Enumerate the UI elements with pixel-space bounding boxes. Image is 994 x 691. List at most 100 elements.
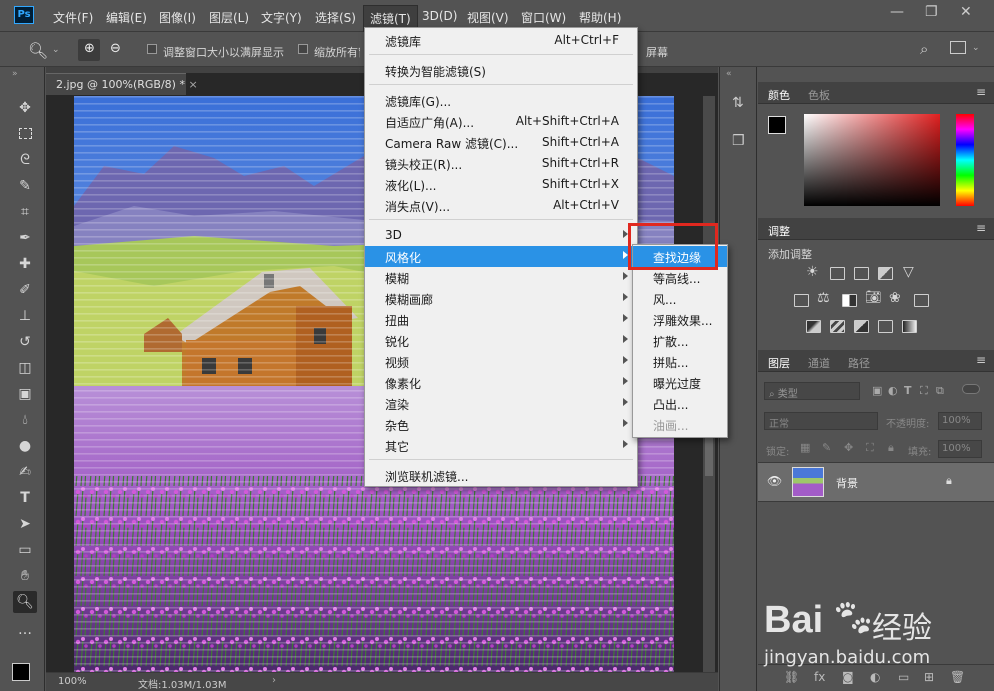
resize-windows-checkbox[interactable]: [147, 44, 157, 54]
menu-item-liquify[interactable]: 液化(L)... Shift+Ctrl+X: [365, 174, 637, 195]
lock-artboard-icon[interactable]: ⛶: [866, 441, 874, 455]
rectangle-tool-icon[interactable]: ▭: [13, 539, 37, 561]
layer-row[interactable]: 👁︎ 背景 🔒︎: [758, 462, 994, 502]
opacity-input[interactable]: 100%: [938, 412, 982, 430]
black-white-icon[interactable]: [842, 294, 857, 307]
hue-slider[interactable]: [956, 114, 974, 206]
zoom-out-button[interactable]: ⊖: [104, 39, 126, 61]
menu-item-camera-raw[interactable]: Camera Raw 滤镜(C)... Shift+Ctrl+A: [365, 132, 637, 153]
zoom-in-button[interactable]: ⊕: [78, 39, 100, 61]
pen-tool-icon[interactable]: ✍: [13, 461, 37, 483]
menu-3d[interactable]: 3D(D): [422, 9, 457, 23]
history-panel-icon[interactable]: ⇅: [732, 95, 744, 111]
panel-menu-icon[interactable]: ≡: [976, 221, 986, 235]
color-field[interactable]: [804, 114, 940, 206]
panel-menu-icon[interactable]: ≡: [976, 85, 986, 99]
lock-position-icon[interactable]: ✥: [844, 441, 853, 454]
dodge-tool-icon[interactable]: ●: [13, 435, 37, 457]
tab-color[interactable]: 颜色: [768, 87, 790, 103]
menu-item-blur[interactable]: 模糊: [365, 267, 637, 288]
tab-paths[interactable]: 路径: [848, 355, 870, 371]
crop-tool-icon[interactable]: ⌗: [13, 201, 37, 223]
zoom-tool-icon[interactable]: 🔍︎: [28, 41, 48, 60]
menu-type[interactable]: 文字(Y): [261, 9, 302, 26]
threshold-icon[interactable]: [854, 320, 869, 333]
filter-smart-icon[interactable]: ⧉: [936, 384, 944, 398]
menu-item-pixelate[interactable]: 像素化: [365, 372, 637, 393]
filter-adjust-icon[interactable]: ◐: [888, 384, 898, 397]
tab-adjustments[interactable]: 调整: [768, 223, 790, 239]
hand-tool-icon[interactable]: ✋︎: [13, 565, 37, 587]
lock-pixels-icon[interactable]: ✎: [822, 441, 831, 454]
panel-menu-icon[interactable]: ≡: [976, 353, 986, 367]
move-tool-icon[interactable]: ✥: [13, 97, 37, 119]
eraser-tool-icon[interactable]: ◫: [13, 357, 37, 379]
filter-type-icon[interactable]: T: [904, 384, 912, 397]
workspace-icon[interactable]: [950, 41, 966, 54]
menu-item-sharpen[interactable]: 锐化: [365, 330, 637, 351]
zoom-tool-icon[interactable]: 🔍︎: [13, 591, 37, 613]
menu-view[interactable]: 视图(V): [467, 9, 509, 26]
close-tab-icon[interactable]: ×: [188, 78, 197, 91]
lock-transparent-icon[interactable]: ▦: [800, 441, 810, 454]
menu-file[interactable]: 文件(F): [53, 9, 93, 26]
lasso-tool-icon[interactable]: ᘓ: [13, 149, 37, 171]
menu-item-other[interactable]: 其它: [365, 435, 637, 456]
lock-all-icon[interactable]: 🔒︎: [888, 441, 894, 455]
menu-item-vanishing-point[interactable]: 消失点(V)... Alt+Ctrl+V: [365, 195, 637, 216]
zoom-all-checkbox[interactable]: [298, 44, 308, 54]
brightness-icon[interactable]: ☀: [806, 264, 819, 280]
channel-mixer-icon[interactable]: ❀: [889, 290, 901, 306]
menu-item-video[interactable]: 视频: [365, 351, 637, 372]
menu-item-lens-correction[interactable]: 镜头校正(R)... Shift+Ctrl+R: [365, 153, 637, 174]
menu-edit[interactable]: 编辑(E): [106, 9, 147, 26]
menu-help[interactable]: 帮助(H): [579, 9, 621, 26]
menu-select[interactable]: 选择(S): [315, 9, 356, 26]
path-select-tool-icon[interactable]: ➤: [13, 513, 37, 535]
exposure-icon[interactable]: [878, 267, 893, 280]
tab-layers[interactable]: 图层: [768, 355, 790, 371]
blur-tool-icon[interactable]: 💧︎: [13, 409, 37, 431]
brush-tool-icon[interactable]: ✐: [13, 279, 37, 301]
blend-mode-select[interactable]: 正常: [764, 412, 878, 430]
tab-swatches[interactable]: 色板: [808, 87, 830, 103]
vibrance-icon[interactable]: ▽: [903, 264, 914, 280]
menu-item-render[interactable]: 渲染: [365, 393, 637, 414]
history-brush-tool-icon[interactable]: ↺: [13, 331, 37, 353]
menu-image[interactable]: 图像(I): [159, 9, 196, 26]
filter-pixel-icon[interactable]: ▣: [872, 384, 882, 397]
document-tab[interactable]: 2.jpg @ 100%(RGB/8) * ×: [46, 73, 198, 95]
layer-name[interactable]: 背景: [836, 475, 858, 491]
gradient-map-icon[interactable]: [902, 320, 917, 333]
submenu-item-solarize[interactable]: 曝光过度: [633, 372, 727, 393]
submenu-item-tiles[interactable]: 拼贴...: [633, 351, 727, 372]
layer-filter-select[interactable]: ⌕ 类型: [764, 382, 860, 400]
stamp-tool-icon[interactable]: ⊥: [13, 305, 37, 327]
menu-item-adaptive-wide-angle[interactable]: 自适应广角(A)... Alt+Shift+Ctrl+A: [365, 111, 637, 132]
3d-panel-icon[interactable]: ❒: [732, 133, 745, 149]
restore-icon[interactable]: ❐: [925, 4, 938, 20]
more-tools-icon[interactable]: …: [13, 619, 37, 641]
fill-screen-button[interactable]: 屏幕: [646, 44, 668, 60]
marquee-tool-icon[interactable]: [13, 123, 37, 145]
menu-item-blur-gallery[interactable]: 模糊画廊: [365, 288, 637, 309]
selective-color-icon[interactable]: [878, 320, 893, 333]
collapse-arrows-icon[interactable]: »: [12, 69, 18, 79]
filter-toggle[interactable]: [962, 384, 980, 394]
invert-icon[interactable]: [806, 320, 821, 333]
menu-item-noise[interactable]: 杂色: [365, 414, 637, 435]
submenu-item-emboss[interactable]: 浮雕效果...: [633, 309, 727, 330]
eyedropper-tool-icon[interactable]: ✒: [13, 227, 37, 249]
menu-item-distort[interactable]: 扭曲: [365, 309, 637, 330]
menu-window[interactable]: 窗口(W): [521, 9, 566, 26]
chevron-down-icon[interactable]: ⌄: [52, 45, 60, 55]
menu-item-3d[interactable]: 3D: [365, 225, 637, 246]
submenu-item-diffuse[interactable]: 扩散...: [633, 330, 727, 351]
menu-item-browse-online[interactable]: 浏览联机滤镜...: [365, 465, 637, 486]
menu-item-filter-gallery[interactable]: 滤镜库(G)...: [365, 90, 637, 111]
color-lookup-icon[interactable]: [914, 294, 929, 307]
fill-input[interactable]: 100%: [938, 440, 982, 458]
type-tool-icon[interactable]: T: [13, 487, 37, 509]
workspace-chevron-icon[interactable]: ⌄: [972, 43, 980, 53]
close-icon[interactable]: ✕: [960, 4, 972, 20]
